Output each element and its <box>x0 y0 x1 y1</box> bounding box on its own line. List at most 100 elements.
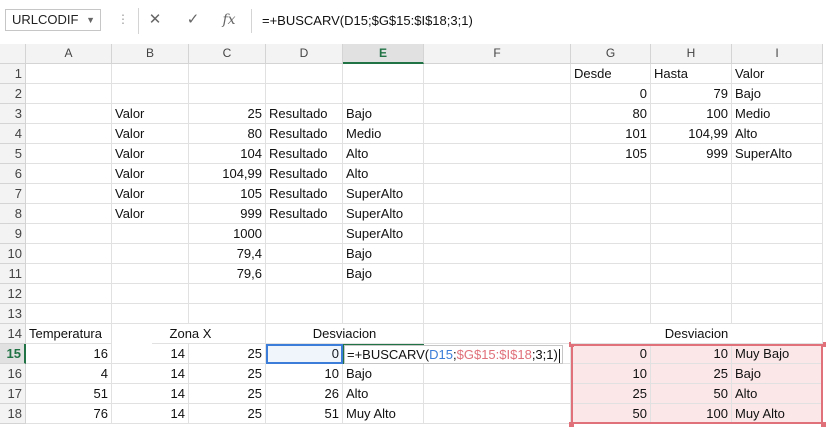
row-header-14[interactable]: 14 <box>0 324 26 344</box>
cell-B17[interactable]: 14 <box>112 384 189 404</box>
cell-I1[interactable]: Valor <box>732 64 823 84</box>
cell-E18[interactable]: Muy Alto <box>343 404 424 424</box>
cell-F3[interactable] <box>424 104 571 124</box>
cell-D17[interactable]: 26 <box>266 384 343 404</box>
cell-D16[interactable]: 10 <box>266 364 343 384</box>
cell-A7[interactable] <box>26 184 112 204</box>
cell-D12[interactable] <box>266 284 343 304</box>
cell-B18[interactable]: 14 <box>112 404 189 424</box>
formula-bar[interactable]: =+BUSCARV(D15;$G$15:$I$18;3;1) <box>251 9 829 33</box>
cell-G6[interactable] <box>571 164 651 184</box>
cell-I7[interactable] <box>732 184 823 204</box>
cell-G5[interactable]: 105 <box>571 144 651 164</box>
cell-I9[interactable] <box>732 224 823 244</box>
cell-A5[interactable] <box>26 144 112 164</box>
cell-C9[interactable]: 1000 <box>189 224 266 244</box>
row-header-16[interactable]: 16 <box>0 364 26 384</box>
row-header-8[interactable]: 8 <box>0 204 26 224</box>
cell-G2[interactable]: 0 <box>571 84 651 104</box>
cell-G10[interactable] <box>571 244 651 264</box>
cell-I5[interactable]: SuperAlto <box>732 144 823 164</box>
cell-A12[interactable] <box>26 284 112 304</box>
cell-D13[interactable] <box>266 304 343 324</box>
cell-G3[interactable]: 80 <box>571 104 651 124</box>
row-header-15[interactable]: 15 <box>0 344 26 364</box>
cell-E13[interactable] <box>343 304 424 324</box>
cell-A11[interactable] <box>26 264 112 284</box>
column-header-F[interactable]: F <box>424 44 571 64</box>
cancel-icon[interactable]: ✕ <box>144 10 166 30</box>
cell-A17[interactable]: 51 <box>26 384 112 404</box>
cell-D2[interactable] <box>266 84 343 104</box>
cell-F8[interactable] <box>424 204 571 224</box>
cell-F18[interactable] <box>424 404 571 424</box>
cell-B6[interactable]: Valor <box>112 164 189 184</box>
cell-D18[interactable]: 51 <box>266 404 343 424</box>
cell-H12[interactable] <box>651 284 732 304</box>
cell-E5[interactable]: Alto <box>343 144 424 164</box>
cell-B10[interactable] <box>112 244 189 264</box>
column-header-I[interactable]: I <box>732 44 823 64</box>
row-header-12[interactable]: 12 <box>0 284 26 304</box>
row-header-4[interactable]: 4 <box>0 124 26 144</box>
cell-F10[interactable] <box>424 244 571 264</box>
cell-A13[interactable] <box>26 304 112 324</box>
cell-F4[interactable] <box>424 124 571 144</box>
cell-E17[interactable]: Alto <box>343 384 424 404</box>
column-header-A[interactable]: A <box>26 44 112 64</box>
column-header-D[interactable]: D <box>266 44 343 64</box>
cell-I4[interactable]: Alto <box>732 124 823 144</box>
row-header-17[interactable]: 17 <box>0 384 26 404</box>
row-header-2[interactable]: 2 <box>0 84 26 104</box>
cell-D4[interactable]: Resultado <box>266 124 343 144</box>
select-all-corner[interactable] <box>0 44 26 64</box>
cell-C10[interactable]: 79,4 <box>189 244 266 264</box>
cell-H17[interactable]: 50 <box>651 384 732 404</box>
row-header-7[interactable]: 7 <box>0 184 26 204</box>
cell-E8[interactable]: SuperAlto <box>343 204 424 224</box>
cell-A2[interactable] <box>26 84 112 104</box>
cell-H8[interactable] <box>651 204 732 224</box>
cell-F1[interactable] <box>424 64 571 84</box>
cell-C2[interactable] <box>189 84 266 104</box>
cell-C7[interactable]: 105 <box>189 184 266 204</box>
cell-A3[interactable] <box>26 104 112 124</box>
row-header-13[interactable]: 13 <box>0 304 26 324</box>
cell-H16[interactable]: 25 <box>651 364 732 384</box>
cell-G12[interactable] <box>571 284 651 304</box>
cell-C8[interactable]: 999 <box>189 204 266 224</box>
cell-A16[interactable]: 4 <box>26 364 112 384</box>
cell-B13[interactable] <box>112 304 189 324</box>
cell-E6[interactable]: Alto <box>343 164 424 184</box>
cell-D14[interactable]: Desviacion <box>266 324 424 344</box>
cell-B5[interactable]: Valor <box>112 144 189 164</box>
cell-I12[interactable] <box>732 284 823 304</box>
cell-A6[interactable] <box>26 164 112 184</box>
cell-G18[interactable]: 50 <box>571 404 651 424</box>
row-header-1[interactable]: 1 <box>0 64 26 84</box>
cell-F2[interactable] <box>424 84 571 104</box>
cell-F13[interactable] <box>424 304 571 324</box>
cell-C13[interactable] <box>189 304 266 324</box>
cell-B16[interactable]: 14 <box>112 364 189 384</box>
cell-D15[interactable]: 0 <box>266 344 343 364</box>
column-header-C[interactable]: C <box>189 44 266 64</box>
cell-G14[interactable]: Desviacion <box>571 324 823 344</box>
cell-H7[interactable] <box>651 184 732 204</box>
cell-H1[interactable]: Hasta <box>651 64 732 84</box>
cell-F14[interactable] <box>424 324 571 344</box>
cell-C16[interactable]: 25 <box>189 364 266 384</box>
cell-B14[interactable]: Zona X <box>152 324 229 344</box>
cell-I13[interactable] <box>732 304 823 324</box>
cell-F12[interactable] <box>424 284 571 304</box>
cell-E9[interactable]: SuperAlto <box>343 224 424 244</box>
cell-D5[interactable]: Resultado <box>266 144 343 164</box>
cell-D8[interactable]: Resultado <box>266 204 343 224</box>
cell-G4[interactable]: 101 <box>571 124 651 144</box>
cell-F6[interactable] <box>424 164 571 184</box>
row-header-18[interactable]: 18 <box>0 404 26 424</box>
more-options-icon[interactable]: ⋮ <box>117 12 129 26</box>
cell-B12[interactable] <box>112 284 189 304</box>
cell-E16[interactable]: Bajo <box>343 364 424 384</box>
cell-I16[interactable]: Bajo <box>732 364 823 384</box>
